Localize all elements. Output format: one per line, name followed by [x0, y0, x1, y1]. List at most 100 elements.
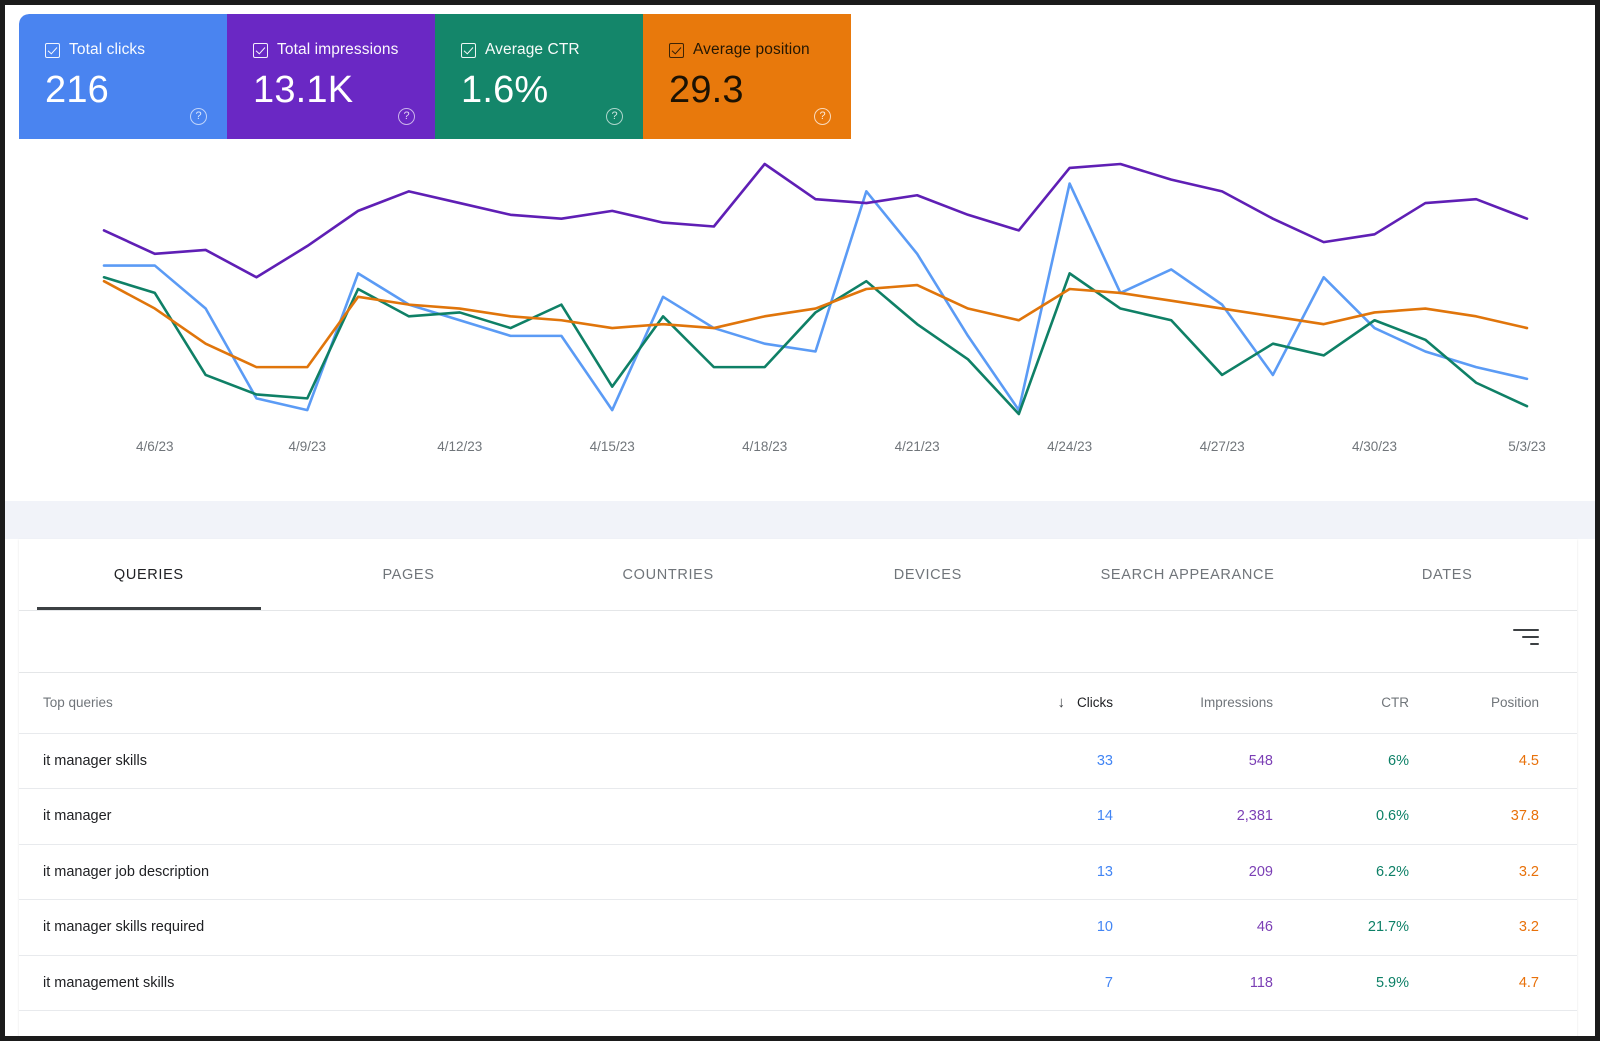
metric-label: Total clicks — [69, 41, 146, 58]
x-axis-tick-label: 4/24/23 — [1047, 439, 1093, 454]
column-label-position: Position — [1490, 695, 1539, 711]
tab-devices[interactable]: DEVICES — [798, 539, 1058, 610]
cell-clicks: 7 — [979, 955, 1151, 1011]
table-header-row: Top queries ↓ Clicks Impressions CTR Pos… — [19, 673, 1577, 734]
performance-chart-card: 4/6/23 4/9/23 4/12/23 4/15/23 4/18/23 4/21/23… — [19, 139, 1591, 499]
metric-card-total-impressions[interactable]: Total impressions 13.1K? — [227, 14, 435, 139]
checkbox-checked-icon[interactable] — [669, 42, 684, 58]
cell-position: 3.2 — [1447, 899, 1577, 956]
cell-clicks: 14 — [979, 788, 1151, 845]
table-row[interactable]: it manager job description 13 209 6.2% 3.2 — [19, 844, 1577, 900]
x-axis-tick-label: 4/15/23 — [589, 439, 635, 454]
sort-descending-icon: ↓ — [1057, 694, 1066, 712]
metric-top: Total impressions — [253, 40, 435, 60]
cell-query: it manager skills — [19, 733, 979, 789]
table-row[interactable]: it manager 14 2,381 0.6% 37.8 — [19, 788, 1577, 845]
table-toolbar — [19, 611, 1577, 673]
metric-top: Total clicks — [45, 40, 227, 60]
chart-line-total-impressions — [104, 164, 1527, 277]
metric-card-average-position[interactable]: Average position 29.3? — [643, 14, 851, 139]
table-header: Top queries ↓ Clicks Impressions CTR Pos… — [19, 673, 1577, 734]
dimension-table-card: QUERIES PAGES COUNTRIES DEVICES SEARCH APPEA… — [19, 539, 1577, 1036]
cell-position: 3.2 — [1447, 844, 1577, 900]
column-header-position[interactable]: Position — [1447, 673, 1577, 734]
filter-bar-middle — [1522, 635, 1539, 639]
cell-position: 37.8 — [1447, 788, 1577, 845]
x-axis-tick-label: 4/27/23 — [1199, 439, 1245, 454]
metric-card-total-clicks[interactable]: Total clicks 216? — [19, 14, 227, 139]
metric-cards-strip: Total clicks 216? Total impressions 13.1K? A… — [19, 14, 851, 139]
table-row[interactable]: it manager skills 33 548 6% 4.5 — [19, 733, 1577, 789]
performance-line-chart — [19, 139, 1591, 429]
column-header-impressions[interactable]: Impressions — [1151, 673, 1311, 734]
cell-clicks: 33 — [979, 733, 1151, 789]
help-icon[interactable]: ? — [606, 108, 623, 125]
help-icon[interactable]: ? — [398, 108, 415, 125]
cell-ctr: 6% — [1311, 733, 1447, 789]
metric-top: Average position — [669, 40, 851, 60]
column-header-top-queries[interactable]: Top queries — [19, 673, 979, 734]
column-label-top-queries: Top queries — [43, 695, 113, 711]
cell-impressions: 2,381 — [1151, 788, 1311, 845]
metric-label: Total impressions — [277, 41, 399, 58]
checkbox-checked-icon[interactable] — [461, 42, 476, 58]
x-axis-tick-label: 4/12/23 — [437, 439, 483, 454]
cell-clicks: 13 — [979, 844, 1151, 900]
dimension-tabs: QUERIES PAGES COUNTRIES DEVICES SEARCH APPEA… — [19, 539, 1577, 611]
table-row[interactable]: it management skills 7 118 5.9% 4.7 — [19, 955, 1577, 1011]
tab-pages[interactable]: PAGES — [279, 539, 539, 610]
metric-label: Average CTR — [485, 41, 580, 58]
chart-x-axis: 4/6/23 4/9/23 4/12/23 4/15/23 4/18/23 4/21/23… — [19, 439, 1591, 469]
chart-svg — [19, 139, 1591, 429]
checkbox-checked-icon[interactable] — [45, 42, 60, 58]
metric-value: 13.1K — [253, 69, 354, 111]
column-header-clicks[interactable]: ↓ Clicks — [979, 673, 1151, 734]
cell-position: 4.7 — [1447, 955, 1577, 1011]
section-divider — [5, 501, 1595, 539]
metric-value: 216 — [45, 69, 110, 111]
column-label-clicks: Clicks — [1077, 695, 1113, 711]
tab-queries[interactable]: QUERIES — [19, 539, 279, 610]
cell-query: it manager job description — [19, 844, 979, 900]
cell-impressions: 548 — [1151, 733, 1311, 789]
cell-ctr: 5.9% — [1311, 955, 1447, 1011]
x-axis-tick-label: 4/6/23 — [136, 439, 174, 454]
metric-label: Average position — [693, 41, 810, 58]
table-body: it manager skills 33 548 6% 4.5 it manager 14 2… — [19, 733, 1577, 1011]
cell-impressions: 209 — [1151, 844, 1311, 900]
column-header-ctr[interactable]: CTR — [1311, 673, 1447, 734]
queries-table: Top queries ↓ Clicks Impressions CTR Pos… — [19, 673, 1577, 1011]
x-axis-tick-label: 4/21/23 — [894, 439, 940, 454]
column-label-ctr: CTR — [1381, 695, 1409, 711]
help-icon[interactable]: ? — [814, 108, 831, 125]
tab-dates[interactable]: DATES — [1317, 539, 1577, 610]
help-icon[interactable]: ? — [190, 108, 207, 125]
cell-query: it management skills — [19, 955, 979, 1011]
filter-bar-top — [1513, 628, 1539, 632]
cell-clicks: 10 — [979, 899, 1151, 956]
cell-ctr: 0.6% — [1311, 788, 1447, 845]
metric-value: 29.3 — [669, 69, 744, 111]
cell-ctr: 6.2% — [1311, 844, 1447, 900]
tab-countries[interactable]: COUNTRIES — [538, 539, 798, 610]
tab-search-appearance[interactable]: SEARCH APPEARANCE — [1058, 539, 1318, 610]
x-axis-tick-label: 4/9/23 — [288, 439, 327, 454]
metric-top: Average CTR — [461, 40, 643, 60]
cell-position: 4.5 — [1447, 733, 1577, 789]
metric-card-average-ctr[interactable]: Average CTR 1.6%? — [435, 14, 643, 139]
cell-impressions: 118 — [1151, 955, 1311, 1011]
table-row[interactable]: it manager skills required 10 46 21.7% 3.2 — [19, 899, 1577, 956]
column-label-impressions: Impressions — [1200, 695, 1273, 711]
x-axis-tick-label: 5/3/23 — [1508, 439, 1546, 454]
search-console-performance-page: Total clicks 216? Total impressions 13.1K? A… — [5, 5, 1595, 1036]
checkbox-checked-icon[interactable] — [253, 42, 268, 58]
filter-bar-bottom — [1530, 642, 1539, 646]
cell-ctr: 21.7% — [1311, 899, 1447, 956]
x-axis-tick-label: 4/18/23 — [742, 439, 788, 454]
filter-icon[interactable] — [1509, 628, 1539, 655]
screenshot-frame: Total clicks 216? Total impressions 13.1K? A… — [0, 0, 1600, 1041]
x-axis-tick-label: 4/30/23 — [1351, 439, 1398, 454]
cell-query: it manager — [19, 788, 979, 845]
cell-impressions: 46 — [1151, 899, 1311, 956]
cell-query: it manager skills required — [19, 899, 979, 956]
